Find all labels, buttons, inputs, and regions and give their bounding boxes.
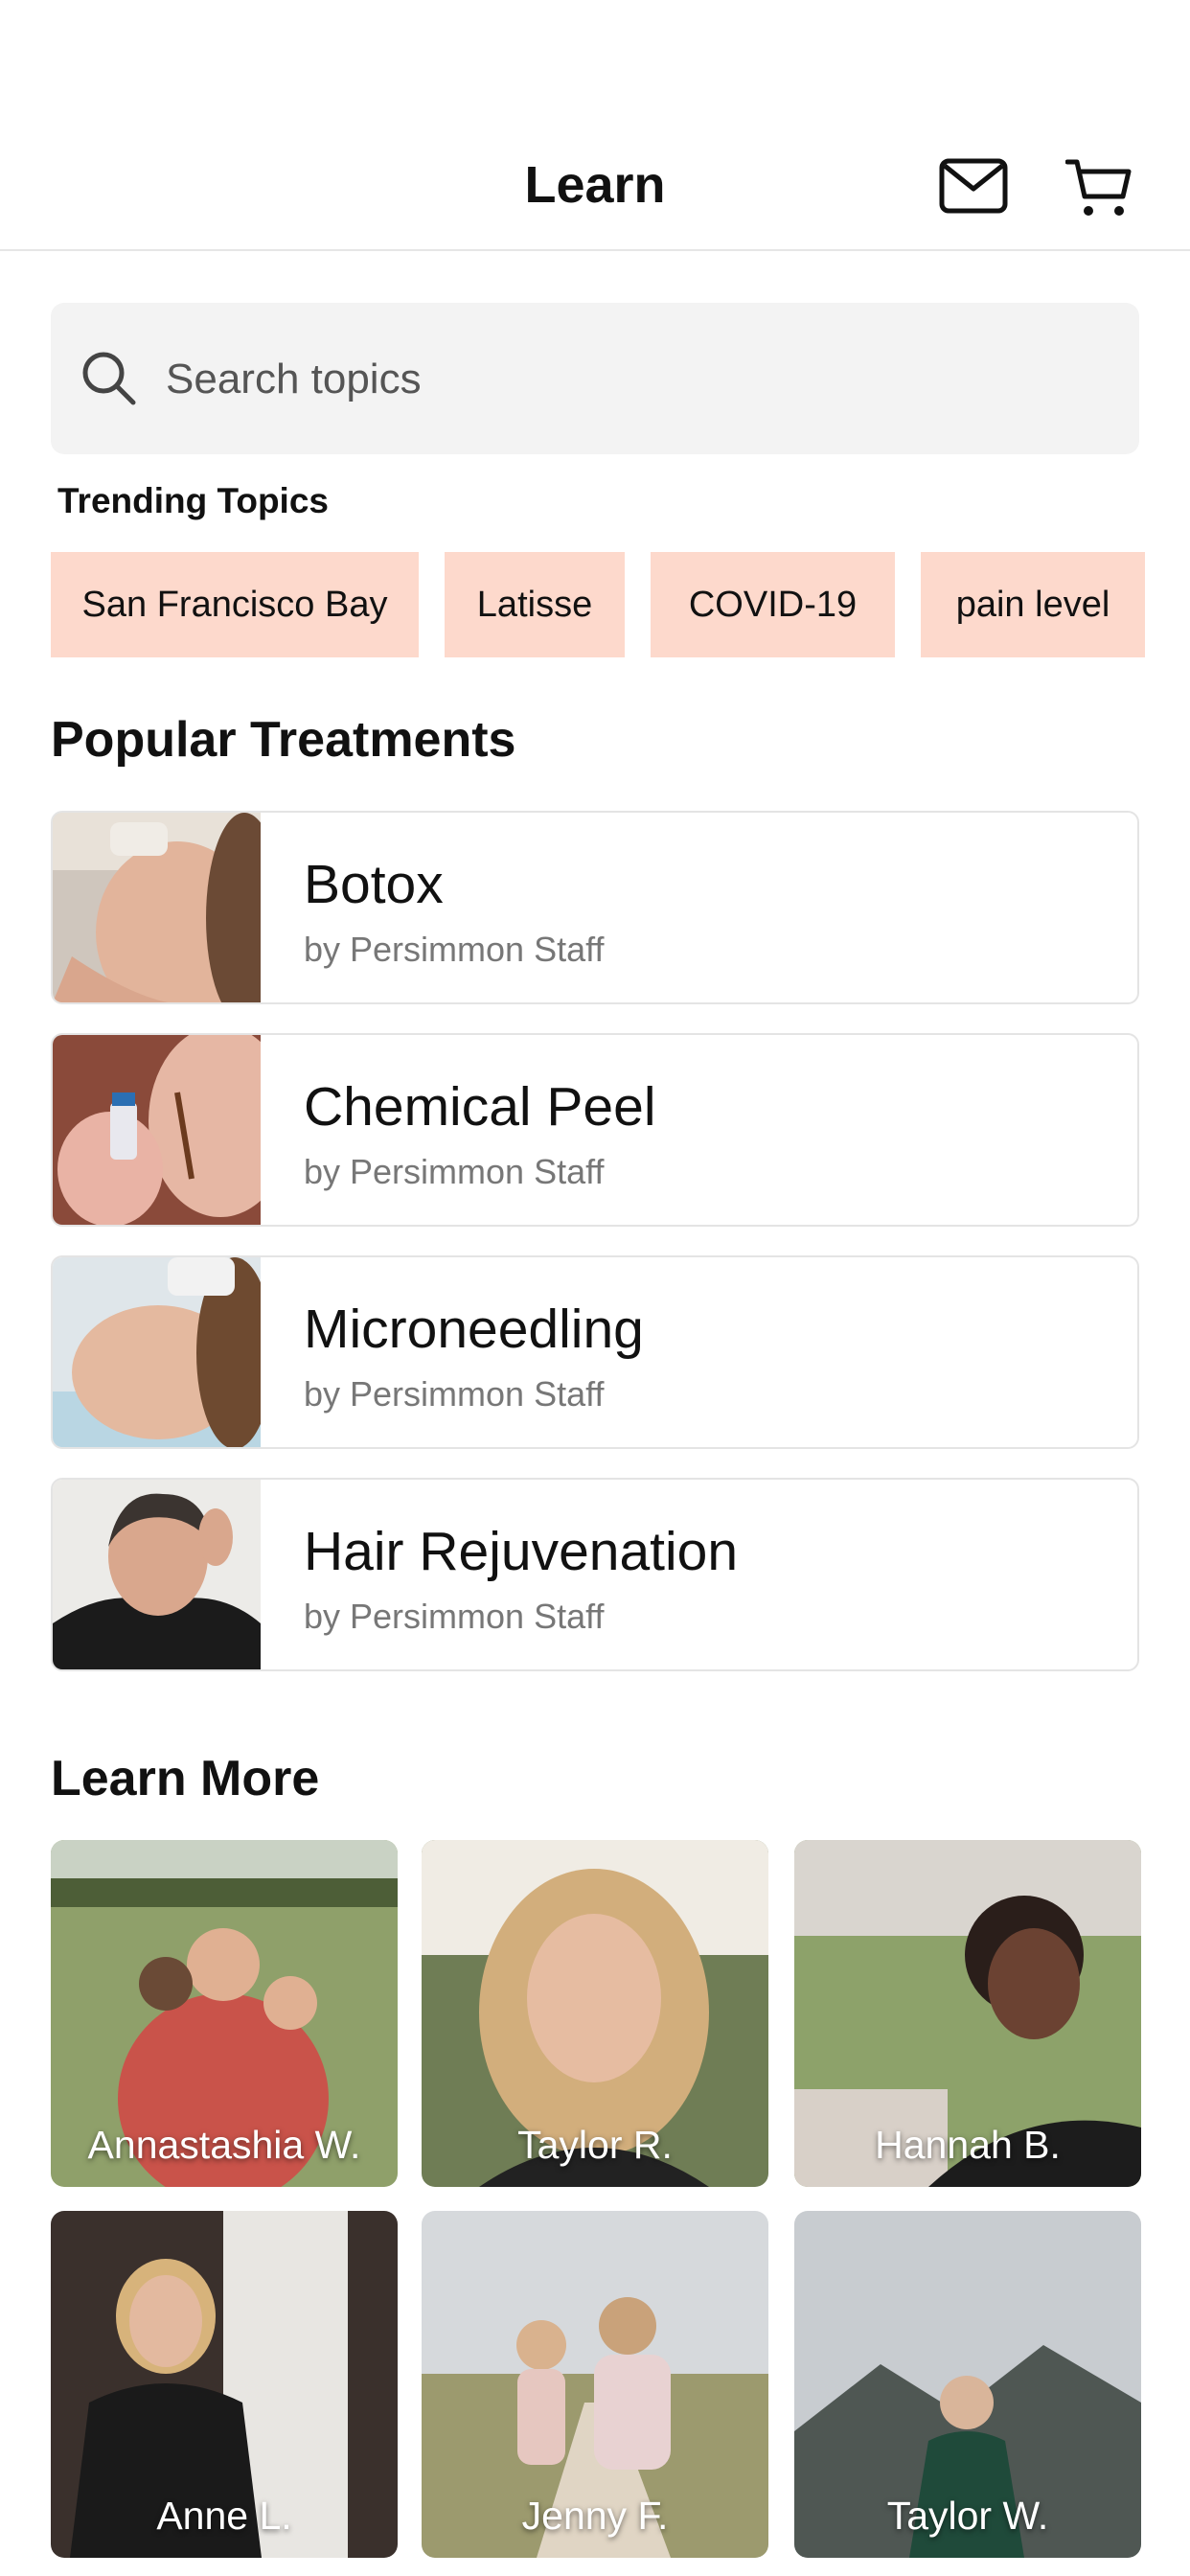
treatment-card-hair-rejuvenation[interactable]: Hair Rejuvenation by Persimmon Staff bbox=[51, 1478, 1139, 1671]
popular-treatments-heading: Popular Treatments bbox=[51, 712, 516, 768]
topic-chip[interactable]: pain level bbox=[921, 552, 1145, 657]
person-tile[interactable]: Hannah B. bbox=[794, 1840, 1141, 2187]
treatment-title: Botox bbox=[304, 854, 444, 915]
person-name: Hannah B. bbox=[875, 2123, 1061, 2167]
treatment-author: by Persimmon Staff bbox=[304, 1152, 605, 1191]
mail-icon[interactable] bbox=[939, 158, 1008, 214]
topic-chip[interactable]: San Francisco Bay bbox=[51, 552, 419, 657]
topic-chip[interactable]: COVID-19 bbox=[651, 552, 895, 657]
hair-rejuvenation-thumbnail bbox=[53, 1480, 261, 1669]
search-input[interactable] bbox=[164, 303, 1107, 456]
person-tile[interactable]: Annastashia W. bbox=[51, 1840, 398, 2187]
person-name: Jenny F. bbox=[521, 2494, 669, 2538]
treatment-title: Chemical Peel bbox=[304, 1076, 656, 1138]
page-title: Learn bbox=[524, 156, 666, 214]
treatment-author: by Persimmon Staff bbox=[304, 930, 605, 969]
person-tile[interactable]: Jenny F. bbox=[422, 2211, 768, 2558]
microneedling-thumbnail bbox=[53, 1257, 261, 1447]
person-name: Annastashia W. bbox=[87, 2123, 361, 2167]
treatment-card-microneedling[interactable]: Microneedling by Persimmon Staff bbox=[51, 1255, 1139, 1449]
treatment-author: by Persimmon Staff bbox=[304, 1374, 605, 1414]
person-name: Taylor R. bbox=[517, 2123, 673, 2167]
person-tile[interactable]: Anne L. bbox=[51, 2211, 398, 2558]
treatment-card-botox[interactable]: Botox by Persimmon Staff bbox=[51, 811, 1139, 1004]
treatment-title: Microneedling bbox=[304, 1299, 644, 1360]
topic-chip[interactable]: Latisse bbox=[445, 552, 625, 657]
search-bar[interactable] bbox=[51, 303, 1139, 456]
person-name: Taylor W. bbox=[886, 2494, 1049, 2538]
treatment-card-chemical-peel[interactable]: Chemical Peel by Persimmon Staff bbox=[51, 1033, 1139, 1227]
treatment-title: Hair Rejuvenation bbox=[304, 1521, 739, 1582]
search-icon bbox=[82, 352, 136, 405]
person-name: Anne L. bbox=[156, 2494, 292, 2538]
top-bar: Learn bbox=[0, 0, 1190, 251]
learn-more-heading: Learn More bbox=[51, 1751, 320, 1806]
cart-icon[interactable] bbox=[1065, 158, 1133, 219]
treatment-author: by Persimmon Staff bbox=[304, 1597, 605, 1636]
botox-thumbnail bbox=[53, 813, 261, 1002]
trending-topics-label: Trending Topics bbox=[57, 481, 329, 520]
person-tile[interactable]: Taylor W. bbox=[794, 2211, 1141, 2558]
chemical-peel-thumbnail bbox=[53, 1035, 261, 1225]
person-tile[interactable]: Taylor R. bbox=[422, 1840, 768, 2187]
